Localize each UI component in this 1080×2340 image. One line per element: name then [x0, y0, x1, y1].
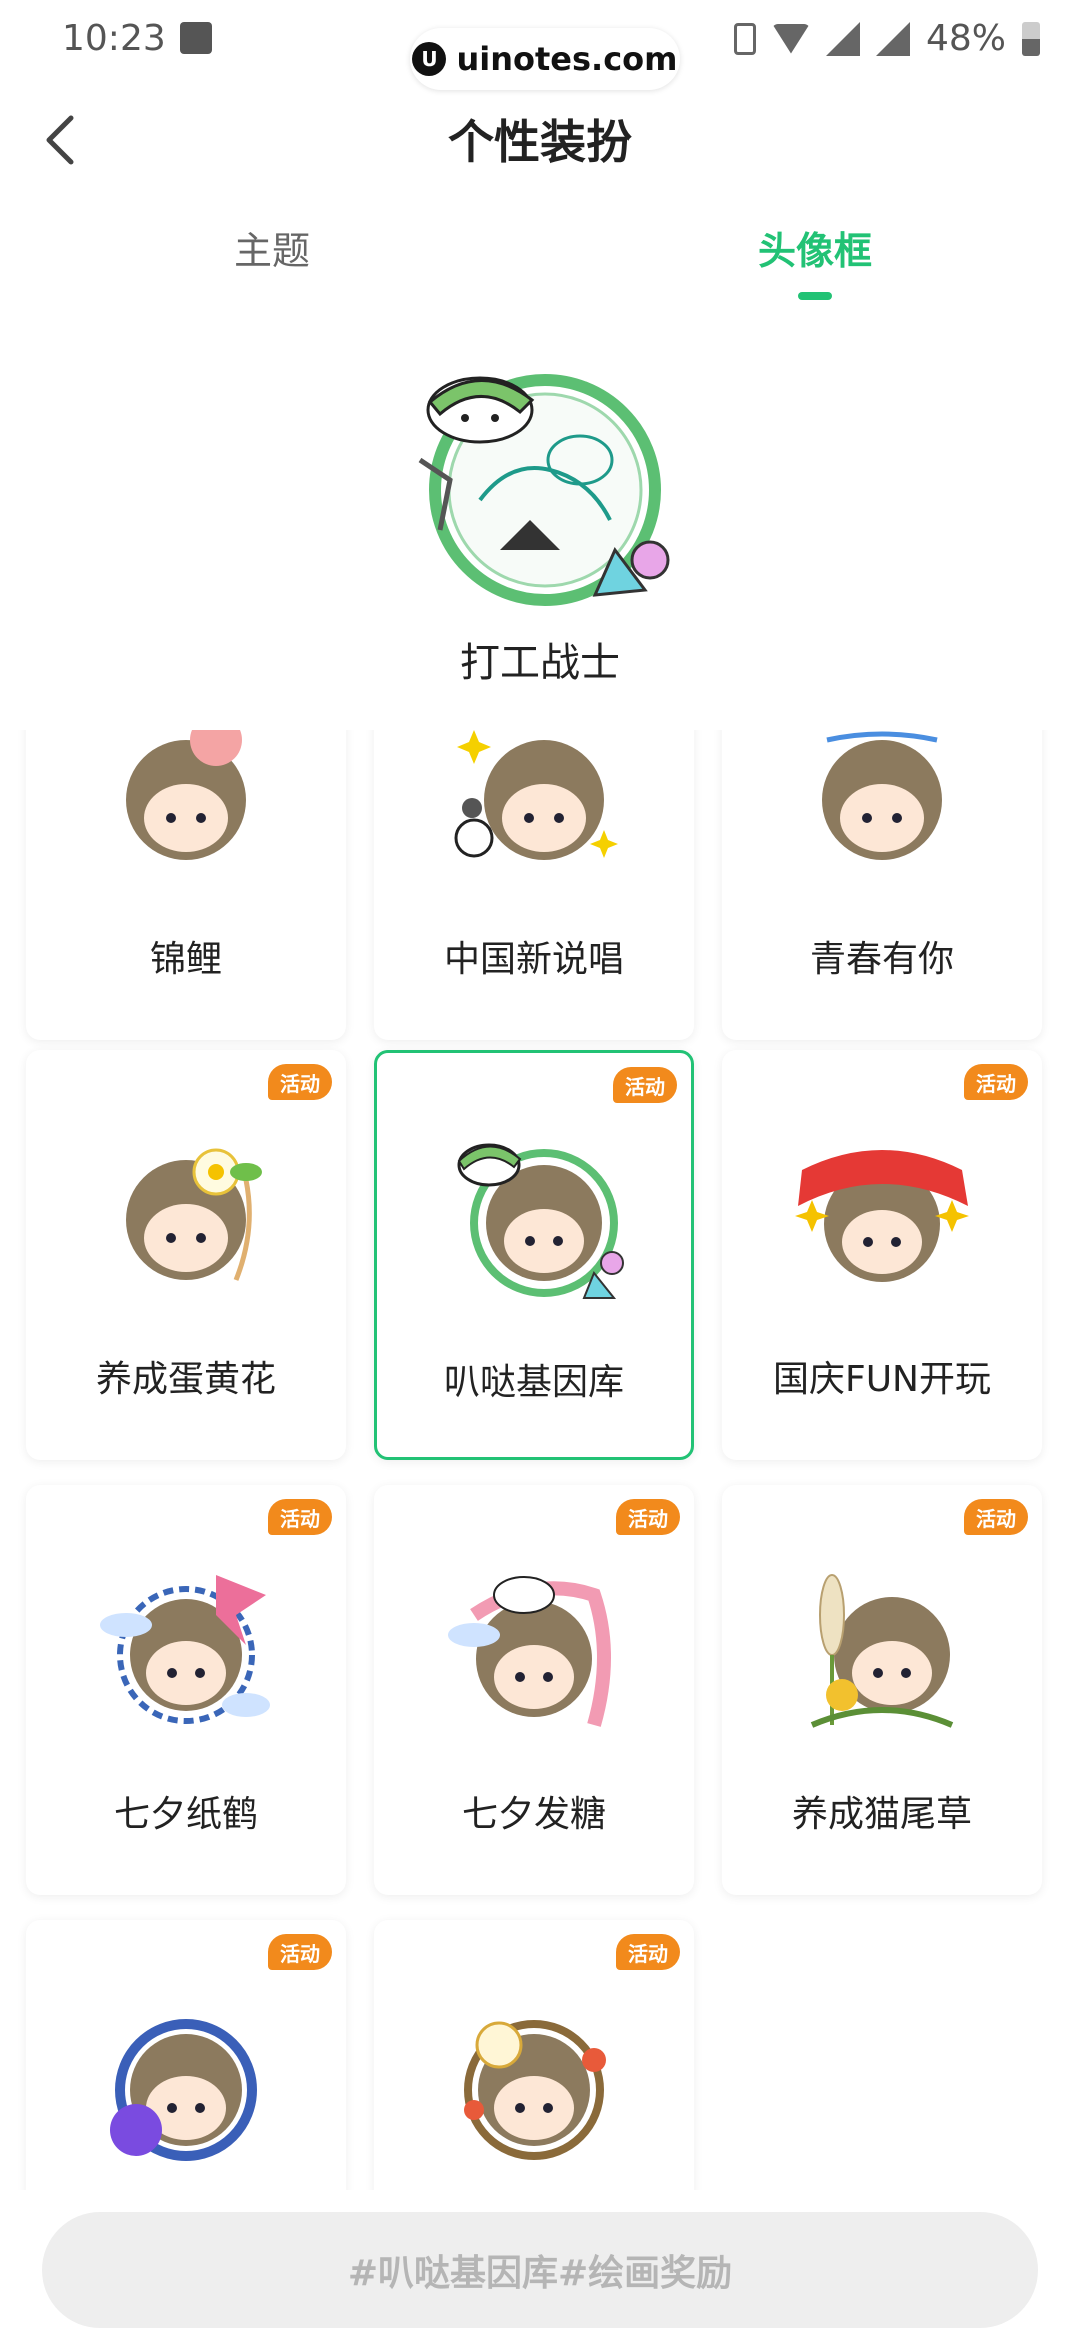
frame-name: 七夕发糖 [461, 1794, 606, 1835]
avatar-frame-gene-bank-image [457, 1143, 624, 1299]
avatar-frame-lily-wreath-image [464, 2020, 606, 2160]
avatar-frame-cattail-image [810, 1574, 954, 1728]
avatar-frame-national-day-image [795, 1150, 969, 1282]
avatar-frame-egg-flower-image [126, 1148, 262, 1281]
watermark-text: uinotes.com [456, 40, 678, 78]
tab-avatar-frame[interactable]: 头像框 [715, 220, 915, 275]
avatar-frame-paper-crane-image [100, 1575, 270, 1724]
status-bar: 10:23 U uinotes.com 48% [0, 0, 1080, 90]
frame-card[interactable]: 活动 七夕纸鹤 [26, 1485, 346, 1895]
vibrate-icon [733, 22, 756, 55]
frame-card[interactable]: 锦鲤 [26, 730, 346, 1040]
frame-card[interactable]: 活动 [26, 1920, 346, 2190]
preview-frame-name: 打工战士 [460, 640, 620, 686]
apply-frame-button[interactable]: #叭哒基因库#绘画奖励 [42, 2212, 1038, 2328]
frame-card[interactable]: 活动 七夕发糖 [374, 1485, 694, 1895]
event-badge: 活动 [268, 1064, 332, 1100]
frame-card[interactable]: 活动 国庆FUN开玩 [722, 1050, 1042, 1460]
event-badge: 活动 [964, 1064, 1028, 1100]
avatar-frame-koi-image [126, 730, 246, 860]
frame-name: 国庆FUN开玩 [773, 1359, 991, 1400]
tab-indicator [798, 292, 832, 300]
event-badge: 活动 [268, 1499, 332, 1535]
frame-name: 叭哒基因库 [443, 1362, 624, 1403]
frame-card[interactable]: 中国新说唱 [374, 730, 694, 1040]
frame-card[interactable]: 活动 [374, 1920, 694, 2190]
signal-icon [825, 21, 860, 56]
wifi-icon [771, 23, 810, 54]
page-title: 个性装扮 [448, 115, 632, 169]
event-badge: 活动 [613, 1067, 677, 1103]
frame-name: 锦鲤 [149, 939, 222, 980]
avatar-frame-rap-image [454, 730, 618, 860]
avatar-frame-preview-image [418, 374, 670, 606]
watermark-logo-icon: U [412, 42, 447, 76]
event-badge: 活动 [616, 1499, 680, 1535]
image-notification-icon [180, 22, 212, 54]
event-badge: 活动 [964, 1499, 1028, 1535]
frame-name: 中国新说唱 [443, 939, 624, 980]
frame-grid: 锦鲤 中国新说唱 青春有你 活动 养成蛋黄花 活动 叭哒基因库 活动 国庆FUN… [0, 730, 1080, 2190]
system-icons: 48% [733, 18, 1040, 59]
signal-icon-2 [875, 21, 910, 56]
frame-card[interactable]: 活动 养成蛋黄花 [26, 1050, 346, 1460]
battery-percent: 48% [925, 18, 1006, 59]
frame-name: 养成猫尾草 [791, 1794, 972, 1835]
battery-icon [1022, 21, 1040, 56]
event-badge: 活动 [268, 1934, 332, 1970]
tab-theme[interactable]: 主题 [172, 220, 372, 275]
frame-card[interactable]: 青春有你 [722, 730, 1042, 1040]
frame-name: 养成蛋黄花 [95, 1359, 276, 1400]
tab-bar: 主题 头像框 [0, 210, 1080, 320]
frame-name: 青春有你 [809, 939, 954, 980]
clock: 10:23 [62, 18, 166, 59]
frame-card-selected[interactable]: 活动 叭哒基因库 [374, 1050, 694, 1460]
avatar-frame-youth-image [822, 731, 942, 860]
frame-card[interactable]: 活动 养成猫尾草 [722, 1485, 1042, 1895]
avatar-frame-preview [410, 350, 670, 610]
event-badge: 活动 [616, 1934, 680, 1970]
frame-name: 七夕纸鹤 [113, 1794, 258, 1835]
avatar-frame-purple-flower-image [110, 2019, 257, 2161]
avatar-frame-sweet-candy-image [448, 1576, 611, 1727]
top-bar: 个性装扮 [0, 80, 1080, 200]
